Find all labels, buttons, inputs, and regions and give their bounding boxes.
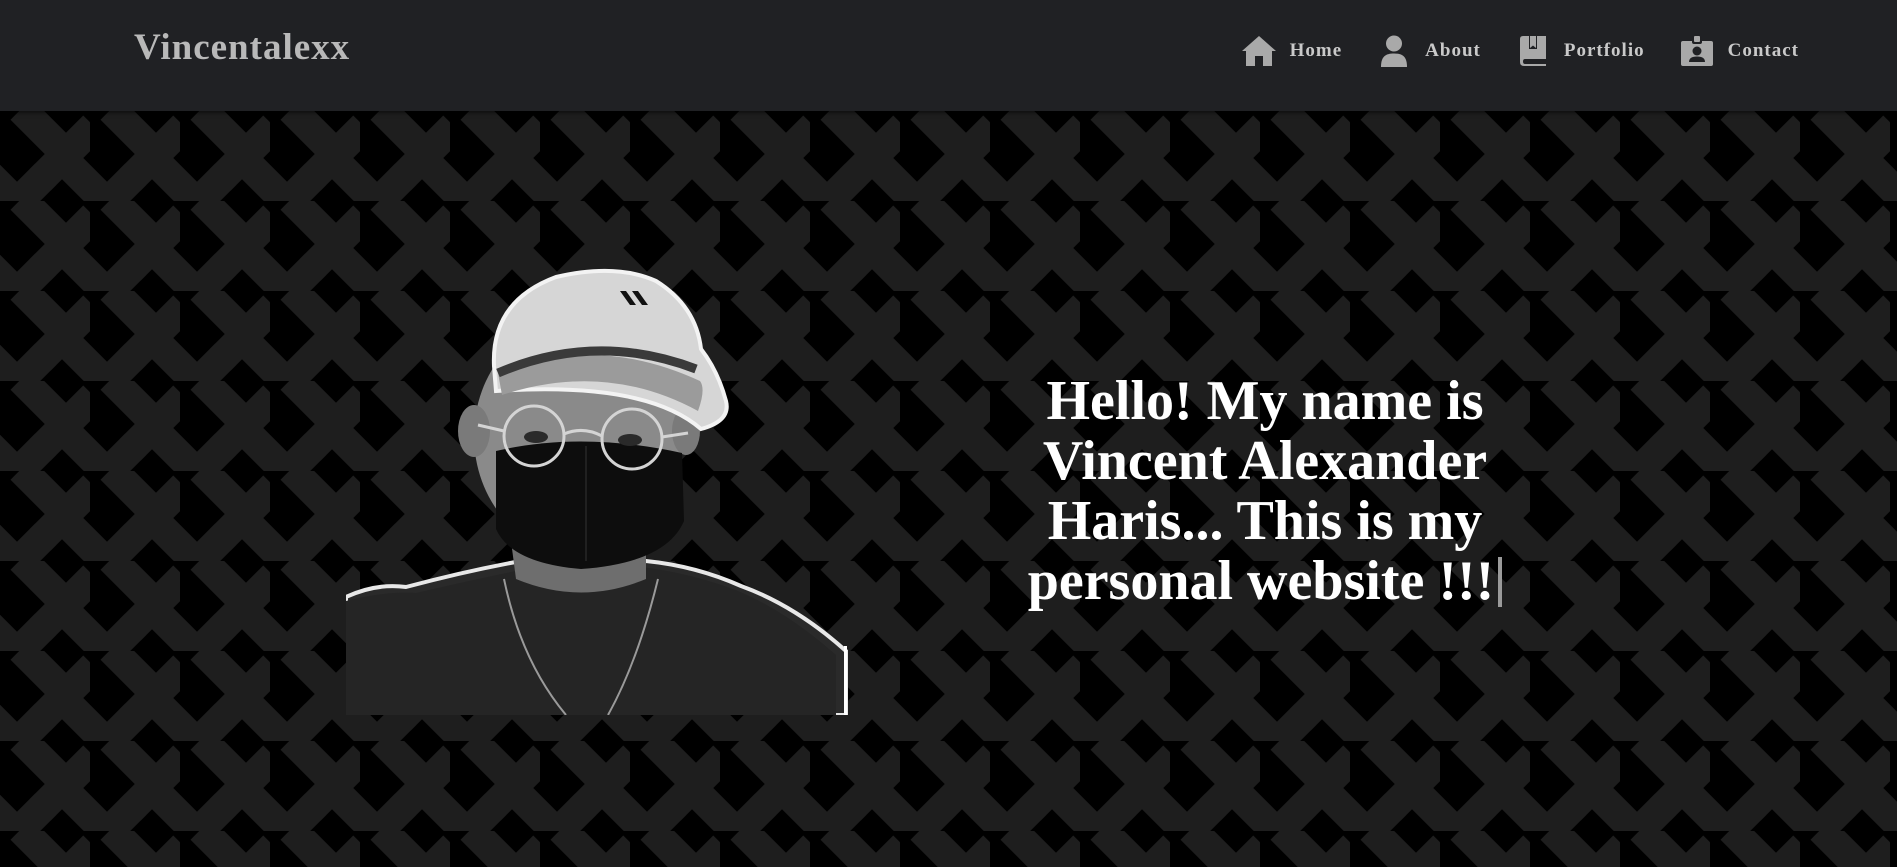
nav-about[interactable]: About (1376, 33, 1481, 69)
background-pattern (0, 111, 1897, 867)
typing-cursor (1498, 557, 1503, 607)
hero-section: Hello! My name is Vincent Alexander Hari… (0, 111, 1897, 867)
hero-headline: Hello! My name is Vincent Alexander Hari… (960, 371, 1570, 611)
nav-about-label: About (1425, 40, 1481, 61)
nav-portfolio[interactable]: Portfolio (1515, 33, 1645, 69)
book-icon (1515, 33, 1551, 69)
navbar: Vincentalexx Home About Portfolio Contac… (0, 0, 1897, 111)
home-icon (1241, 33, 1277, 69)
nav-home[interactable]: Home (1241, 33, 1343, 69)
nav-portfolio-label: Portfolio (1563, 40, 1645, 61)
nav-contact[interactable]: Contact (1679, 33, 1799, 69)
nav-home-label: Home (1289, 40, 1343, 61)
user-icon (1376, 33, 1412, 69)
id-badge-icon (1679, 33, 1715, 69)
main-nav: Home About Portfolio Contact (1207, 33, 1799, 69)
brand-logo[interactable]: Vincentalexx (134, 26, 350, 69)
hero-headline-text: Hello! My name is Vincent Alexander Hari… (1027, 370, 1495, 612)
profile-photo (346, 268, 848, 715)
nav-contact-label: Contact (1727, 40, 1799, 61)
